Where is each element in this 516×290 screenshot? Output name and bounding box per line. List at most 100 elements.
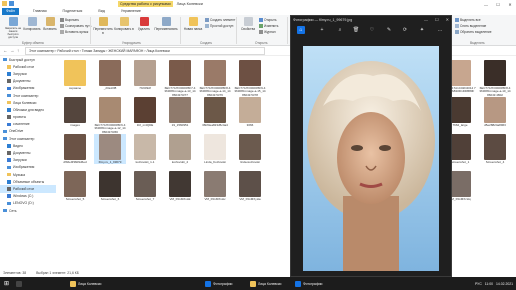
- heart-icon[interactable]: ♡: [368, 26, 376, 34]
- tab-home[interactable]: Главная: [31, 8, 49, 15]
- file-item[interactable]: kozlovskii_4: [164, 134, 196, 164]
- sidebar-item[interactable]: Лица Колевски: [0, 99, 56, 106]
- delete-button[interactable]: Удалить: [136, 17, 152, 31]
- file-item[interactable]: Screenshot_5: [59, 171, 91, 201]
- taskbar-item-photos-2[interactable]: Фотографии: [295, 278, 322, 289]
- sidebar-item[interactable]: Обложки для видео: [0, 106, 56, 113]
- quick-access-icon[interactable]: [9, 1, 14, 6]
- pin-button[interactable]: Закрепить на панели быстрого доступа: [3, 17, 23, 39]
- file-item[interactable]: 36bf0ea823d5c4a4: [199, 97, 231, 127]
- sidebar-item[interactable]: Этот компьютер: [0, 92, 56, 99]
- file-item[interactable]: VM_PdvMXxHv: [199, 171, 231, 201]
- file-item[interactable]: 7fc609df: [129, 60, 161, 90]
- add-icon[interactable]: +: [318, 26, 326, 34]
- home-icon[interactable]: ⌂: [297, 26, 305, 34]
- back-arrow-icon[interactable]: ←: [3, 48, 8, 53]
- taskbar-item-explorer[interactable]: Лица Колевски: [70, 278, 101, 289]
- file-item[interactable]: dfb6e9f38d9d6ed: [59, 134, 91, 164]
- sidebar-item[interactable]: Windows (C:): [0, 193, 56, 200]
- copy-path-button[interactable]: Скопировать путь: [60, 24, 91, 28]
- up-arrow-icon[interactable]: ↑: [17, 48, 19, 53]
- easy-access-button[interactable]: Простой доступ: [205, 24, 233, 28]
- sidebar-item[interactable]: Загрузки: [0, 157, 56, 164]
- file-item[interactable]: kozlovskii_1-1: [129, 134, 161, 164]
- edit-button[interactable]: Изменить: [259, 24, 278, 28]
- maximize-button[interactable]: ☐: [492, 0, 504, 8]
- sidebar-item[interactable]: LENOVO (D:): [0, 200, 56, 207]
- sidebar-item[interactable]: Сеть: [0, 207, 56, 214]
- sidebar-item[interactable]: Этот компьютер: [0, 135, 56, 142]
- breadcrumb-item[interactable]: Этот компьютер: [29, 49, 54, 53]
- sidebar-item[interactable]: Рабочий стол: [0, 63, 56, 70]
- file-item[interactable]: VM_PdvMXyHa: [234, 171, 266, 201]
- open-button[interactable]: Открыть: [259, 18, 277, 22]
- tray-time[interactable]: 11:00: [485, 282, 493, 286]
- taskbar-item-explorer-2[interactable]: Лица Колевски: [250, 278, 281, 289]
- breadcrumb-item[interactable]: Рабочий стол: [57, 49, 78, 53]
- photos-close-button[interactable]: ✕: [446, 16, 449, 24]
- sidebar-item[interactable]: Загрузки: [0, 70, 56, 77]
- close-button[interactable]: ✕: [504, 0, 516, 8]
- select-all-button[interactable]: Выделить все: [455, 18, 481, 22]
- file-item[interactable]: d5e28824a8963: [479, 97, 511, 127]
- forward-arrow-icon[interactable]: →: [10, 48, 15, 53]
- breadcrumb-item[interactable]: Титаки Заниды: [82, 49, 106, 53]
- properties-button[interactable]: Свойства: [239, 17, 257, 31]
- taskbar-item-photos[interactable]: Фотографии: [205, 278, 232, 289]
- file-item[interactable]: Screenshot_7: [129, 171, 161, 201]
- file-item[interactable]: Linda_Kozlovski: [199, 134, 231, 164]
- file-item[interactable]: 3066: [234, 97, 266, 127]
- file-item[interactable]: VM_PdvMXvHk: [164, 171, 196, 201]
- file-item[interactable]: Screenshot_4: [479, 134, 511, 164]
- tab-share[interactable]: Поделиться: [61, 8, 85, 15]
- sidebar-item[interactable]: Изображения: [0, 85, 56, 92]
- sidebar-item[interactable]: Документы: [0, 78, 56, 85]
- sidebar-item[interactable]: сочинение: [0, 121, 56, 128]
- file-item[interactable]: сериалы: [59, 60, 91, 90]
- sidebar-item[interactable]: Быстрый доступ: [0, 56, 56, 63]
- rename-button[interactable]: Переименовать: [154, 17, 178, 31]
- enhance-icon[interactable]: ✦: [418, 26, 426, 34]
- file-item[interactable]: _20a10f8: [94, 60, 126, 90]
- tab-file[interactable]: Файл: [2, 8, 19, 15]
- paste-button[interactable]: Вставить: [42, 17, 58, 31]
- invert-selection-button[interactable]: Обратить выделение: [455, 30, 491, 34]
- sidebar-item[interactable]: Видео: [0, 142, 56, 149]
- trash-icon[interactable]: 🗑: [352, 26, 360, 34]
- file-item[interactable]: 6EC77A7F000005F6-4363080-image-a-12_1486…: [94, 97, 126, 134]
- sidebar-item[interactable]: Объемные объекты: [0, 178, 56, 185]
- sidebar-item[interactable]: Музыка: [0, 171, 56, 178]
- more-icon[interactable]: …: [436, 26, 444, 34]
- history-button[interactable]: Журнал: [259, 30, 276, 34]
- new-item-button[interactable]: Создать элемент: [205, 18, 235, 22]
- tab-manage[interactable]: Управление: [119, 8, 143, 15]
- file-item[interactable]: 6EC77A7F000005F7-4363080-image-a-13_1486…: [164, 60, 196, 97]
- minimize-button[interactable]: —: [480, 0, 492, 8]
- zoom-icon[interactable]: ⌕: [336, 26, 344, 34]
- photo-viewer-image[interactable]: [303, 46, 439, 271]
- sidebar-item[interactable]: Рабочий стол: [0, 185, 56, 193]
- photos-minimize-button[interactable]: —: [424, 16, 428, 24]
- file-item[interactable]: 6EC77A7F000005F8-4363080-image-a-14_1486…: [199, 60, 231, 97]
- copy-button[interactable]: Копировать: [23, 17, 41, 31]
- file-item[interactable]: 6EC77A7F000005F9-4363080-image-a-15_1486…: [234, 60, 266, 97]
- tray-date[interactable]: 14.02.2021: [496, 282, 513, 286]
- breadcrumb-item[interactable]: Лица Колевски: [146, 49, 169, 53]
- file-item[interactable]: linda-kozlovski: [234, 134, 266, 164]
- photos-maximize-button[interactable]: ☐: [435, 16, 439, 24]
- file-item[interactable]: 1f2_m4QDE: [129, 97, 161, 127]
- language-indicator[interactable]: РУС: [475, 282, 482, 286]
- start-windows-icon[interactable]: ⊞: [0, 277, 13, 290]
- breadcrumb-item[interactable]: ЖЕНСКИЙ МАРАФОН: [108, 49, 143, 53]
- sidebar-item[interactable]: OneDrive: [0, 128, 56, 135]
- copy-to-button[interactable]: Копировать в: [114, 17, 134, 31]
- file-item[interactable]: Screenshot_6: [94, 171, 126, 201]
- tab-view[interactable]: Вид: [96, 8, 107, 15]
- rotate-icon[interactable]: ⟳: [401, 26, 409, 34]
- edit-pencil-icon[interactable]: ✎: [385, 26, 393, 34]
- address-bar[interactable]: Этот компьютер › Рабочий стол › Титаки З…: [25, 47, 265, 55]
- sidebar-item[interactable]: Документы: [0, 149, 56, 156]
- file-item[interactable]: filmy.ru_1_99679: [94, 134, 126, 165]
- taskbar-search[interactable]: [16, 278, 22, 289]
- file-item[interactable]: 19_1560951: [164, 97, 196, 127]
